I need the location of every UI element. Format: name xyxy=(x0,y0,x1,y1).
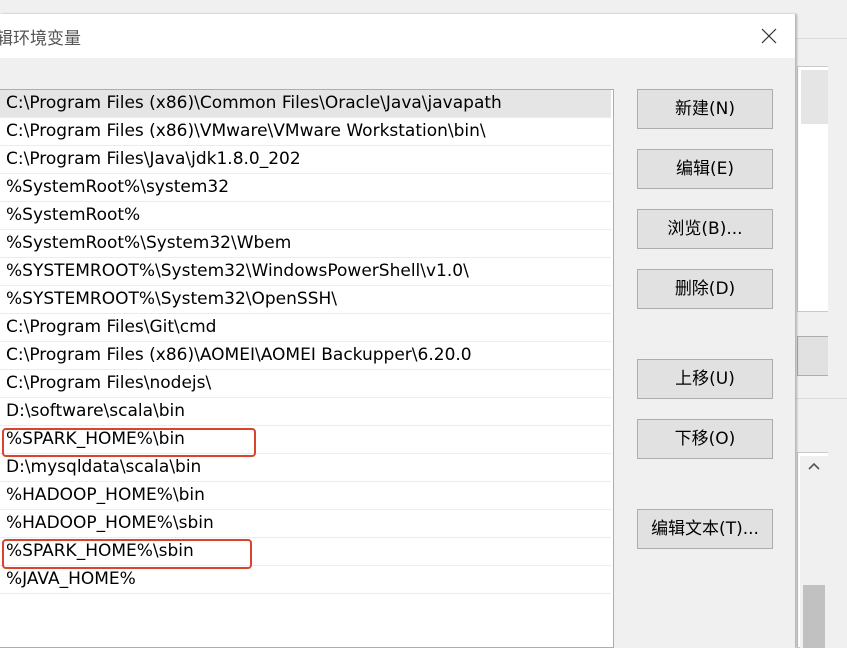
move-up-button[interactable]: 上移(U) xyxy=(637,359,773,399)
new-button[interactable]: 新建(N) xyxy=(637,89,773,129)
close-button[interactable] xyxy=(744,14,794,58)
list-item[interactable]: %SystemRoot% xyxy=(0,202,611,230)
list-item[interactable]: %HADOOP_HOME%\bin xyxy=(0,482,611,510)
path-list[interactable]: C:\Program Files (x86)\Common Files\Orac… xyxy=(0,89,614,648)
list-item[interactable]: %HADOOP_HOME%\sbin xyxy=(0,510,611,538)
list-item[interactable]: C:\Program Files\Java\jdk1.8.0_202 xyxy=(0,146,611,174)
chevron-up-icon[interactable] xyxy=(807,460,821,476)
title-bar: 辑环境变量 xyxy=(0,14,795,58)
list-item[interactable]: C:\Program Files\nodejs\ xyxy=(0,370,611,398)
edit-env-var-dialog: 辑环境变量 C:\Program Files (x86)\Common File… xyxy=(0,14,796,648)
list-item[interactable]: C:\Program Files\Git\cmd xyxy=(0,314,611,342)
browse-button[interactable]: 浏览(B)... xyxy=(637,209,773,249)
scrollbar-thumb[interactable] xyxy=(803,585,825,648)
edit-button[interactable]: 编辑(E) xyxy=(637,149,773,189)
move-down-button[interactable]: 下移(O) xyxy=(637,419,773,459)
delete-button[interactable]: 删除(D) xyxy=(637,269,773,309)
background-divider xyxy=(796,398,847,399)
dialog-title: 辑环境变量 xyxy=(0,29,81,49)
list-item[interactable]: D:\software\scala\bin xyxy=(0,398,611,426)
list-item[interactable]: %SystemRoot%\System32\Wbem xyxy=(0,230,611,258)
list-item[interactable]: %SYSTEMROOT%\System32\WindowsPowerShell\… xyxy=(0,258,611,286)
edit-text-button[interactable]: 编辑文本(T)... xyxy=(637,509,773,549)
background-divider xyxy=(796,38,847,39)
background-button[interactable] xyxy=(797,336,828,376)
list-item[interactable]: D:\mysqldata\scala\bin xyxy=(0,454,611,482)
list-item[interactable]: %SYSTEMROOT%\System32\OpenSSH\ xyxy=(0,286,611,314)
list-item[interactable]: %SPARK_HOME%\sbin xyxy=(0,538,611,566)
background-panel-item xyxy=(801,70,828,124)
list-item[interactable]: C:\Program Files (x86)\Common Files\Orac… xyxy=(0,90,611,118)
list-item-empty[interactable] xyxy=(0,594,611,622)
list-item[interactable]: C:\Program Files (x86)\AOMEI\AOMEI Backu… xyxy=(0,342,611,370)
list-item[interactable]: %JAVA_HOME% xyxy=(0,566,611,594)
list-item[interactable]: %SystemRoot%\system32 xyxy=(0,174,611,202)
close-icon xyxy=(761,28,777,44)
list-item[interactable]: %SPARK_HOME%\bin xyxy=(0,426,611,454)
list-item[interactable]: C:\Program Files (x86)\VMware\VMware Wor… xyxy=(0,118,611,146)
